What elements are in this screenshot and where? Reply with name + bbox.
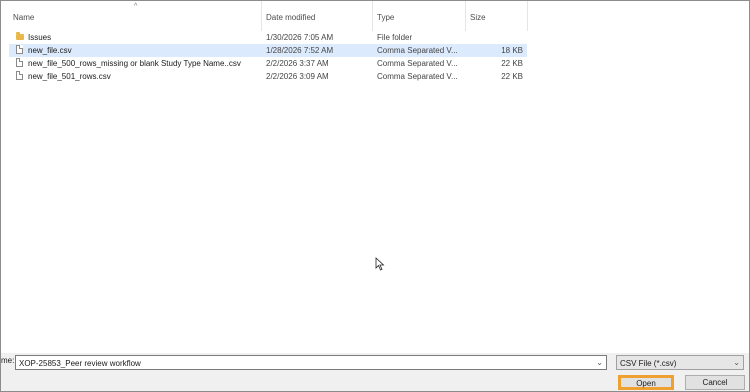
file-date-modified: 1/28/2026 7:52 AM: [266, 46, 334, 55]
column-header-size-label: Size: [470, 13, 486, 22]
file-type: Comma Separated V...: [377, 72, 458, 81]
file-name: new_file_501_rows.csv: [28, 72, 111, 81]
column-header-name-label: Name: [13, 13, 35, 22]
file-size: 22 KB: [501, 72, 523, 81]
column-header-date-label: Date modified: [266, 13, 316, 22]
csv-file-icon: [16, 45, 23, 54]
file-date-modified: 2/2/2026 3:09 AM: [266, 72, 329, 81]
filetype-value: CSV File (*.csv): [620, 359, 677, 368]
column-header-type-label: Type: [377, 13, 395, 22]
file-open-dialog: Name ^ Date modified Type Size Issues 1/…: [0, 0, 750, 392]
file-row-501-rows[interactable]: new_file_501_rows.csv 2/2/2026 3:09 AM C…: [9, 70, 527, 83]
filetype-select[interactable]: CSV File (*.csv) ⌄: [616, 355, 744, 370]
file-row-500-rows[interactable]: new_file_500_rows_missing or blank Study…: [9, 57, 527, 70]
file-date-modified: 1/30/2026 7:05 AM: [266, 33, 334, 42]
filename-value: XOP-25853_Peer review workflow: [19, 359, 141, 368]
file-type: Comma Separated V...: [377, 59, 458, 68]
filename-input[interactable]: XOP-25853_Peer review workflow ⌄: [15, 355, 607, 370]
column-header-date-modified[interactable]: Date modified: [262, 1, 373, 31]
file-size: 18 KB: [501, 46, 523, 55]
file-name: Issues: [28, 33, 52, 42]
csv-file-icon: [16, 71, 23, 80]
column-header-row: Name ^ Date modified Type Size: [1, 1, 528, 31]
file-size: 22 KB: [501, 59, 523, 68]
open-button[interactable]: Open: [618, 375, 674, 390]
file-name: new_file_500_rows_missing or blank Study…: [28, 59, 241, 68]
column-header-type[interactable]: Type: [373, 1, 466, 31]
folder-icon: [16, 32, 24, 40]
file-row-issues[interactable]: Issues 1/30/2026 7:05 AM File folder: [9, 31, 527, 44]
file-row-new-file[interactable]: new_file.csv 1/28/2026 7:52 AM Comma Sep…: [9, 44, 527, 57]
sort-ascending-icon: ^: [134, 3, 138, 10]
file-type: File folder: [377, 33, 413, 42]
open-button-label: Open: [636, 379, 656, 388]
mouse-pointer-icon: [375, 257, 385, 271]
filename-label: me:: [1, 356, 15, 365]
cancel-button-label: Cancel: [702, 378, 728, 387]
file-date-modified: 2/2/2026 3:37 AM: [266, 59, 329, 68]
cancel-button[interactable]: Cancel: [685, 375, 745, 390]
chevron-down-icon[interactable]: ⌄: [733, 358, 740, 367]
file-type: Comma Separated V...: [377, 46, 458, 55]
column-header-name[interactable]: Name ^: [9, 1, 262, 31]
file-name: new_file.csv: [28, 46, 72, 55]
chevron-down-icon[interactable]: ⌄: [596, 358, 603, 367]
csv-file-icon: [16, 58, 23, 67]
column-header-size[interactable]: Size: [466, 1, 528, 31]
